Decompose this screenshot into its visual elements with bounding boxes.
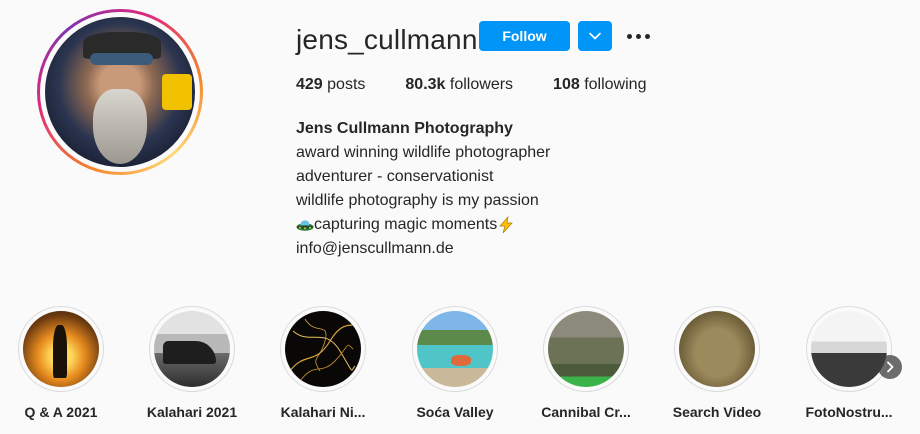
highlight-label: Soća Valley xyxy=(416,404,494,420)
highlight-item[interactable]: Kalahari Ni... xyxy=(280,306,366,420)
bio-line: wildlife photography is my passion xyxy=(296,192,539,209)
avatar-inner xyxy=(40,12,200,172)
posts-label: posts xyxy=(327,76,366,93)
posts-count: 429 xyxy=(296,76,323,93)
chevron-right-icon xyxy=(887,361,894,373)
flying-saucer-emoji-icon xyxy=(296,220,314,231)
profile-bio: Jens Cullmann Photography award winning … xyxy=(296,117,550,261)
following-stat[interactable]: 108 following xyxy=(553,76,646,94)
highlight-item[interactable]: Search Video xyxy=(673,306,761,420)
bio-line-with-emoji: capturing magic moments xyxy=(296,213,550,237)
highlight-thumbnail-ring[interactable] xyxy=(412,306,498,392)
full-name: Jens Cullmann Photography xyxy=(296,120,513,137)
highlight-label: Q & A 2021 xyxy=(24,404,98,420)
avatar-photo xyxy=(45,17,195,167)
lightning-emoji-icon xyxy=(499,216,513,234)
silhouette-figure xyxy=(53,324,68,378)
suggested-accounts-dropdown-button[interactable] xyxy=(578,21,612,51)
followers-count: 80.3k xyxy=(405,76,446,93)
follow-button[interactable]: Follow xyxy=(479,21,570,51)
following-label: following xyxy=(584,76,647,93)
avatar-beard xyxy=(93,89,147,164)
bio-line-text: capturing magic moments xyxy=(314,216,498,233)
highlights-next-button[interactable] xyxy=(878,355,902,379)
highlight-thumbnail-ring[interactable] xyxy=(18,306,104,392)
followers-label: followers xyxy=(449,76,514,93)
more-dot-icon xyxy=(644,33,650,39)
highlight-label: Cannibal Cr... xyxy=(541,404,631,420)
bio-email[interactable]: info@jenscullmann.de xyxy=(296,237,550,261)
story-highlights: Q & A 2021 Kalahari 2021 Kalahari Ni... xyxy=(0,306,920,434)
highlight-thumbnail xyxy=(23,311,99,387)
highlight-item[interactable]: Soća Valley xyxy=(412,306,498,420)
highlight-thumbnail-ring[interactable] xyxy=(149,306,235,392)
avatar-background-sign xyxy=(162,74,192,110)
highlight-thumbnail xyxy=(154,311,230,387)
profile-avatar[interactable] xyxy=(37,9,203,175)
highlight-label: FotoNostru... xyxy=(805,404,893,420)
highlight-item[interactable]: Kalahari 2021 xyxy=(147,306,237,420)
more-dot-icon xyxy=(635,33,641,39)
bio-line: adventurer - conservationist xyxy=(296,168,494,185)
bio-line: award winning wildlife photographer xyxy=(296,144,551,161)
username: jens_cullmann xyxy=(296,24,478,55)
highlight-label: Kalahari 2021 xyxy=(146,404,238,420)
options-button[interactable] xyxy=(624,24,652,48)
highlight-thumbnail xyxy=(679,311,755,387)
highlight-item[interactable]: Cannibal Cr... xyxy=(541,306,631,420)
highlight-item[interactable]: Q & A 2021 xyxy=(18,306,104,420)
highlight-thumbnail xyxy=(285,311,361,387)
light-trails-graphic xyxy=(289,318,358,382)
highlight-thumbnail-ring[interactable] xyxy=(543,306,629,392)
highlight-label: Search Video xyxy=(672,404,762,420)
highlight-thumbnail-ring[interactable] xyxy=(674,306,760,392)
avatar-glasses xyxy=(90,53,153,65)
followers-stat[interactable]: 80.3k followers xyxy=(405,76,513,94)
highlight-thumbnail-ring[interactable] xyxy=(280,306,366,392)
highlight-thumbnail xyxy=(548,311,624,387)
profile-stats: 429 posts 80.3k followers 108 following xyxy=(296,76,686,94)
posts-stat: 429 posts xyxy=(296,76,365,94)
highlight-thumbnail-ring[interactable] xyxy=(806,306,892,392)
vehicle-shape xyxy=(163,341,217,365)
highlight-thumbnail xyxy=(811,311,887,387)
dog-shape xyxy=(451,355,471,366)
following-count: 108 xyxy=(553,76,580,93)
highlight-item[interactable]: FotoNostru... xyxy=(805,306,893,420)
chevron-down-icon xyxy=(589,32,601,40)
highlight-label: Kalahari Ni... xyxy=(280,404,366,420)
highlight-thumbnail xyxy=(417,311,493,387)
more-dot-icon xyxy=(626,33,632,39)
